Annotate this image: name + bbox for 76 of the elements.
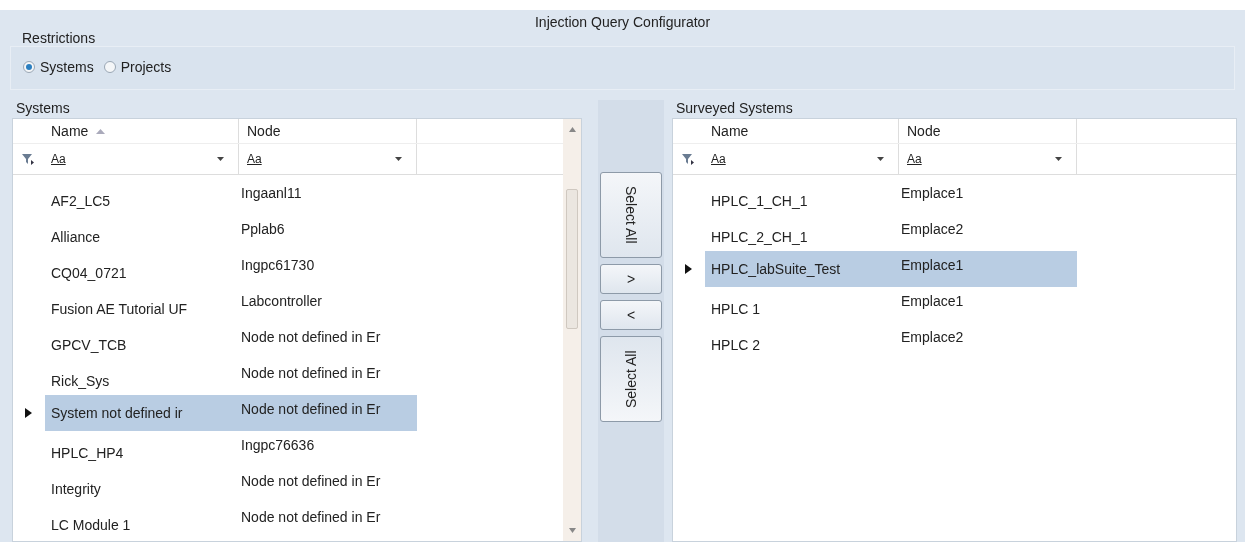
table-cell-text: Integrity	[50, 480, 102, 499]
table-cell-text: Labcontroller	[240, 292, 323, 311]
table-cell: System not defined ir	[45, 395, 239, 431]
column-header[interactable]: Name	[43, 119, 239, 143]
column-header[interactable]: Name	[703, 119, 899, 143]
table-cell-text: Alliance	[50, 228, 102, 247]
table-row[interactable]: HPLC_2_CH_1 Emplace2	[673, 215, 1236, 251]
table-cell-text: GPCV_TCB	[50, 336, 128, 355]
column-header[interactable]: Node	[239, 119, 417, 143]
table-cell-text: HPLC_2_CH_1	[710, 228, 809, 247]
table-cell-text: Node not defined in Er	[240, 328, 382, 347]
table-cell-text: Emplace2	[900, 328, 965, 347]
table-row[interactable]: HPLC_labSuite_Test Emplace1	[673, 251, 1236, 287]
table-cell-text: Pplab6	[240, 220, 286, 239]
table-cell-text: HPLC_1_CH_1	[710, 192, 809, 211]
table-cell-text: Node not defined in Er	[240, 472, 382, 491]
table-cell-text: Emplace1	[900, 184, 965, 203]
table-row[interactable]: HPLC_1_CH_1 Emplace1	[673, 179, 1236, 215]
sort-icon	[96, 128, 106, 134]
table-row[interactable]: HPLC 2 Emplace2	[673, 323, 1236, 359]
current-row-icon	[684, 264, 692, 274]
scroll-down-icon[interactable]	[568, 528, 576, 533]
table-cell: Emplace1	[899, 251, 1077, 287]
group-title: Surveyed Systems	[675, 100, 794, 118]
transfer-button[interactable]: <	[600, 300, 662, 330]
caret-icon	[877, 157, 884, 161]
filter-icon[interactable]	[22, 153, 34, 165]
table-cell-text: HPLC 2	[710, 336, 762, 355]
group-title: Systems	[15, 100, 71, 118]
table-cell-text: AF2_LC5	[50, 192, 112, 211]
filter-dropdown[interactable]: Aa	[43, 144, 239, 174]
table-cell-text: HPLC_HP4	[50, 444, 125, 463]
table-cell-text: HPLC 1	[710, 300, 762, 319]
column-header[interactable]: Node	[899, 119, 1077, 143]
filter-dropdown[interactable]: Aa	[239, 144, 417, 174]
table-row[interactable]: GPCV_TCB Node not defined in Er	[13, 323, 563, 359]
filter-dropdown[interactable]: Aa	[703, 144, 899, 174]
table-row[interactable]: Alliance Pplab6	[13, 215, 563, 251]
caret-icon	[1055, 157, 1062, 161]
table-row[interactable]: Fusion AE Tutorial UF Labcontroller	[13, 287, 563, 323]
table-cell: Node not defined in Er	[239, 395, 417, 431]
transfer-button[interactable]: Select All	[600, 336, 662, 422]
transfer-button[interactable]: Select All	[600, 172, 662, 258]
window-title: Injection Query Configurator	[534, 13, 711, 30]
scrollbar[interactable]	[563, 119, 581, 541]
scroll-up-icon[interactable]	[568, 127, 576, 132]
table-cell-text: Rick_Sys	[50, 372, 111, 391]
table-row[interactable]: AF2_LC5 Ingaanl11	[13, 179, 563, 215]
radio-option[interactable]: Projects	[103, 59, 172, 75]
table-row[interactable]: Rick_Sys Node not defined in Er	[13, 359, 563, 395]
filter-dropdown[interactable]: Aa	[899, 144, 1077, 174]
table-row[interactable]: LC Module 1 Node not defined in Er	[13, 503, 563, 539]
radio-option[interactable]: Systems	[23, 59, 94, 75]
caret-icon	[217, 157, 224, 161]
table-row[interactable]: HPLC_HP4 Ingpc76636	[13, 431, 563, 467]
filter-icon[interactable]	[682, 153, 694, 165]
table-row[interactable]: CQ04_0721 Ingpc61730	[13, 251, 563, 287]
caret-icon	[395, 157, 402, 161]
current-row-icon	[24, 408, 32, 418]
table-cell-text: Ingpc76636	[240, 436, 316, 455]
table-cell-text: Emplace2	[900, 220, 965, 239]
table-cell-text: Emplace1	[900, 292, 965, 311]
table-cell-text: Ingaanl11	[240, 184, 303, 203]
table-cell-text: Fusion AE Tutorial UF	[50, 300, 189, 319]
scroll-thumb[interactable]	[566, 189, 578, 329]
table-row[interactable]: HPLC 1 Emplace1	[673, 287, 1236, 323]
table-row[interactable]: Integrity Node not defined in Er	[13, 467, 563, 503]
transfer-button[interactable]: >	[600, 264, 662, 294]
table-cell-text: Node not defined in Er	[240, 364, 382, 383]
table-cell-text: Ingpc61730	[240, 256, 316, 275]
group-title: Restrictions	[21, 30, 97, 46]
table-cell: HPLC_labSuite_Test	[705, 251, 899, 287]
table-row[interactable]: System not defined ir Node not defined in Er	[13, 395, 563, 431]
table-cell-text: Node not defined in Er	[240, 508, 382, 527]
table-cell-text: CQ04_0721	[50, 264, 128, 283]
table-cell-text: LC Module 1	[50, 516, 132, 535]
